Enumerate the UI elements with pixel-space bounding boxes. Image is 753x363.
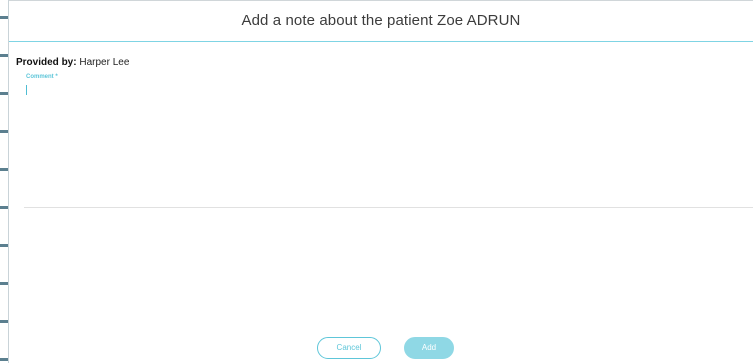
provider-name: Harper Lee xyxy=(79,57,130,68)
dialog-title: Add a note about the patient Zoe ADRUN xyxy=(241,12,521,29)
comment-label: Comment * xyxy=(26,74,58,80)
dialog-actions: Cancel Add xyxy=(0,337,753,359)
dialog-header: Add a note about the patient Zoe ADRUN xyxy=(9,0,753,42)
add-button[interactable]: Add xyxy=(404,337,454,359)
dialog-left-border xyxy=(8,0,9,363)
provided-by-line: Provided by: Harper Lee xyxy=(16,57,129,68)
cancel-button[interactable]: Cancel xyxy=(317,337,381,359)
provided-by-label: Provided by: xyxy=(16,57,77,68)
text-caret xyxy=(26,85,27,95)
comment-field[interactable]: Comment * xyxy=(24,72,753,208)
note-dialog: Add a note about the patient Zoe ADRUN P… xyxy=(0,0,753,363)
